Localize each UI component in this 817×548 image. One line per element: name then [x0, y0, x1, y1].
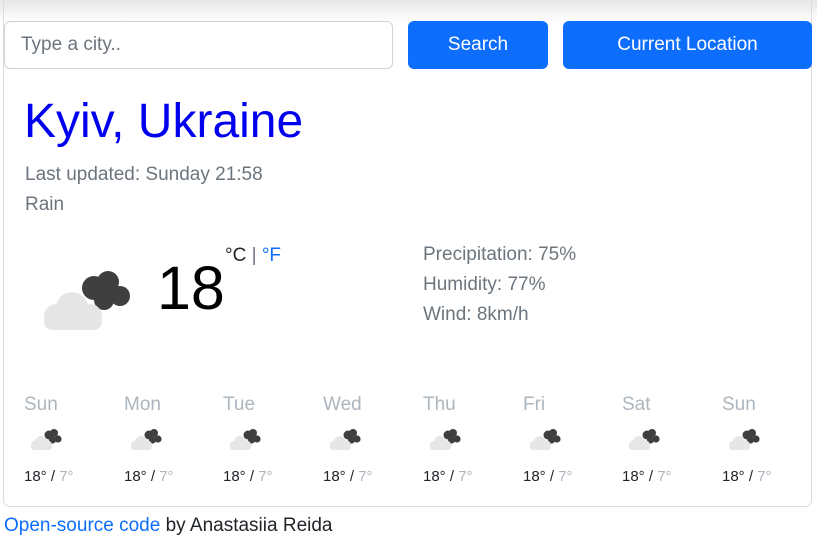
- forecast-low: 7°: [558, 468, 573, 485]
- humidity-text: Humidity: 77%: [423, 274, 546, 295]
- forecast-separator: /: [644, 468, 658, 485]
- forecast-temps: 18° / 7°: [622, 467, 672, 487]
- forecast-day-name: Sat: [622, 394, 651, 415]
- forecast-temps: 18° / 7°: [124, 467, 174, 487]
- forecast-temps: 18° / 7°: [24, 467, 74, 487]
- forecast-day-name: Wed: [323, 394, 362, 415]
- footer: Open-source code by Anastasiia Reida: [4, 514, 333, 538]
- rain-cloud-icon: [430, 429, 461, 450]
- rain-cloud-icon: [530, 429, 561, 450]
- source-code-link[interactable]: Open-source code: [4, 515, 160, 536]
- rain-cloud-icon: [131, 429, 162, 450]
- unit-toggle: °C | °F: [225, 244, 281, 268]
- forecast-day: Mon 18° / 7°: [124, 393, 214, 493]
- unit-separator: |: [251, 245, 257, 266]
- forecast-temps: 18° / 7°: [423, 467, 473, 487]
- forecast-separator: /: [146, 468, 160, 485]
- forecast-day: Sat 18° / 7°: [622, 393, 712, 493]
- forecast-high: 18°: [323, 468, 346, 485]
- forecast-high: 18°: [722, 468, 745, 485]
- forecast-high: 18°: [124, 468, 147, 485]
- forecast-high: 18°: [622, 468, 645, 485]
- city-title: Kyiv, Ukraine: [24, 95, 304, 148]
- wind-text: Wind: 8km/h: [423, 304, 529, 325]
- forecast-day-name: Fri: [523, 394, 546, 415]
- forecast-high: 18°: [523, 468, 546, 485]
- forecast-low: 7°: [757, 468, 772, 485]
- celsius-unit: °C: [225, 245, 247, 266]
- forecast-low: 7°: [358, 468, 373, 485]
- forecast-high: 18°: [223, 468, 246, 485]
- forecast-temps: 18° / 7°: [323, 467, 373, 487]
- author-credit: by Anastasiia Reida: [160, 515, 333, 536]
- forecast-day: Sun 18° / 7°: [24, 393, 114, 493]
- rain-cloud-icon: [629, 429, 660, 450]
- forecast-low: 7°: [159, 468, 174, 485]
- search-button[interactable]: Search: [408, 21, 548, 69]
- current-temperature: 18: [157, 254, 225, 322]
- city-search-input[interactable]: [4, 21, 393, 69]
- current-location-button[interactable]: Current Location: [563, 21, 812, 69]
- rain-cloud-icon: [230, 429, 261, 450]
- forecast-separator: /: [744, 468, 758, 485]
- rain-cloud-icon: [31, 429, 62, 450]
- rain-cloud-icon: [44, 271, 130, 330]
- forecast-high: 18°: [24, 468, 47, 485]
- forecast-day: Wed 18° / 7°: [323, 393, 413, 493]
- rain-cloud-icon: [330, 429, 361, 450]
- forecast-separator: /: [545, 468, 559, 485]
- forecast-temps: 18° / 7°: [523, 467, 573, 487]
- forecast-temps: 18° / 7°: [223, 467, 273, 487]
- forecast-day-name: Sun: [722, 394, 756, 415]
- forecast-day: Sun 18° / 7°: [722, 393, 812, 493]
- rain-cloud-icon: [729, 429, 760, 450]
- last-updated-text: Last updated: Sunday 21:58: [25, 164, 263, 185]
- forecast-high: 18°: [423, 468, 446, 485]
- forecast-day: Tue 18° / 7°: [223, 393, 313, 493]
- forecast-separator: /: [345, 468, 359, 485]
- forecast-day-name: Sun: [24, 394, 58, 415]
- forecast-low: 7°: [59, 468, 74, 485]
- forecast-separator: /: [46, 468, 60, 485]
- forecast-day: Thu 18° / 7°: [423, 393, 513, 493]
- forecast-day: Fri 18° / 7°: [523, 393, 613, 493]
- weather-stats: Precipitation: 75% Humidity: 77% Wind: 8…: [423, 243, 576, 333]
- forecast-row: Sun 18° / 7° Mon 18° / 7° Tue 18° / 7° Wed 18° …: [24, 393, 804, 493]
- forecast-separator: /: [445, 468, 459, 485]
- forecast-temps: 18° / 7°: [722, 467, 772, 487]
- forecast-low: 7°: [458, 468, 473, 485]
- precipitation-text: Precipitation: 75%: [423, 244, 577, 265]
- forecast-separator: /: [245, 468, 259, 485]
- forecast-day-name: Thu: [423, 394, 456, 415]
- forecast-day-name: Mon: [124, 394, 161, 415]
- forecast-low: 7°: [657, 468, 672, 485]
- forecast-day-name: Tue: [223, 394, 256, 415]
- fahrenheit-link[interactable]: °F: [262, 245, 281, 266]
- forecast-low: 7°: [258, 468, 273, 485]
- weather-description: Rain: [25, 194, 65, 215]
